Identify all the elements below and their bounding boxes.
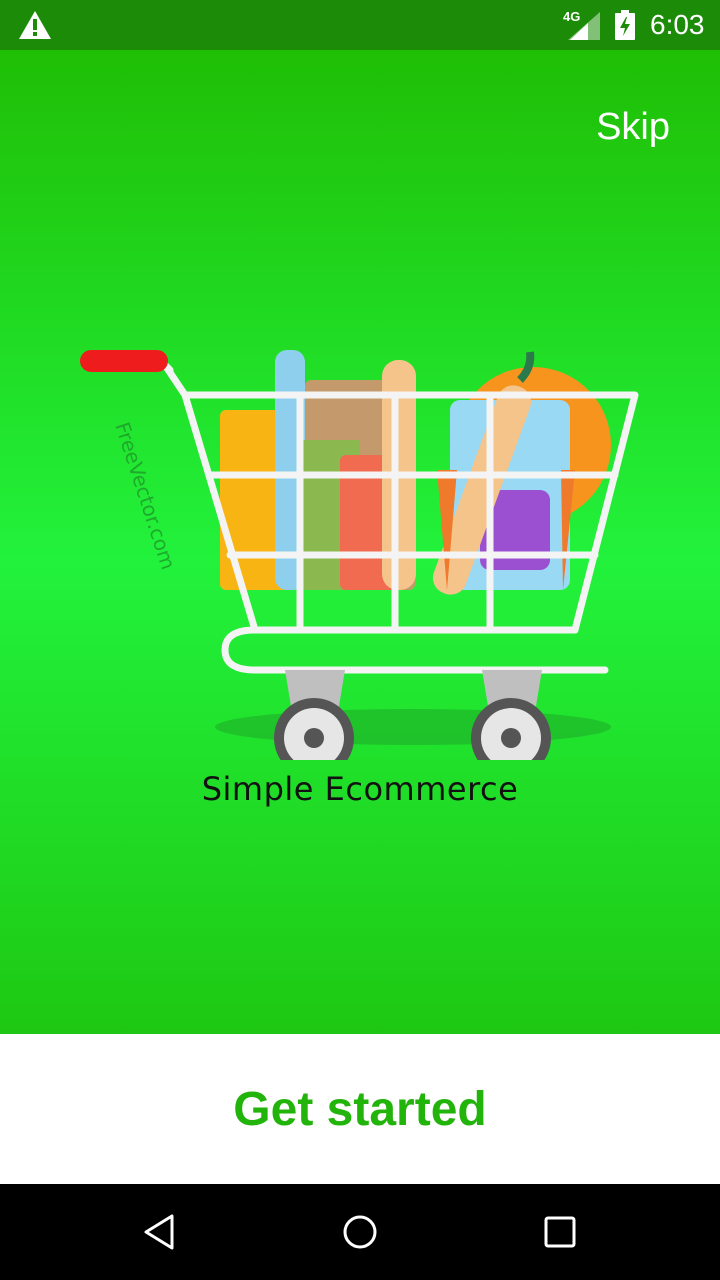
app-name-label: Simple Ecommerce bbox=[201, 770, 519, 808]
warning-icon bbox=[19, 11, 51, 39]
signal-icon bbox=[568, 12, 600, 40]
battery-icon bbox=[615, 10, 635, 40]
recents-icon[interactable] bbox=[540, 1212, 580, 1252]
navigation-bar bbox=[0, 1184, 720, 1280]
clock: 6:03 bbox=[650, 9, 705, 40]
shopping-cart-illustration: FreeVector.com bbox=[80, 350, 639, 760]
onboarding-hero: Skip FreeVector.com Simple Ecommerce bbox=[0, 50, 720, 1034]
home-icon[interactable] bbox=[340, 1212, 380, 1252]
skip-button[interactable]: Skip bbox=[596, 106, 670, 149]
back-icon[interactable] bbox=[140, 1212, 180, 1252]
watermark-text: FreeVector.com bbox=[110, 419, 180, 572]
get-started-button[interactable]: Get started bbox=[0, 1034, 720, 1184]
status-bar: 4G 6:03 bbox=[0, 0, 720, 50]
cta-area: Get started bbox=[0, 1034, 720, 1184]
